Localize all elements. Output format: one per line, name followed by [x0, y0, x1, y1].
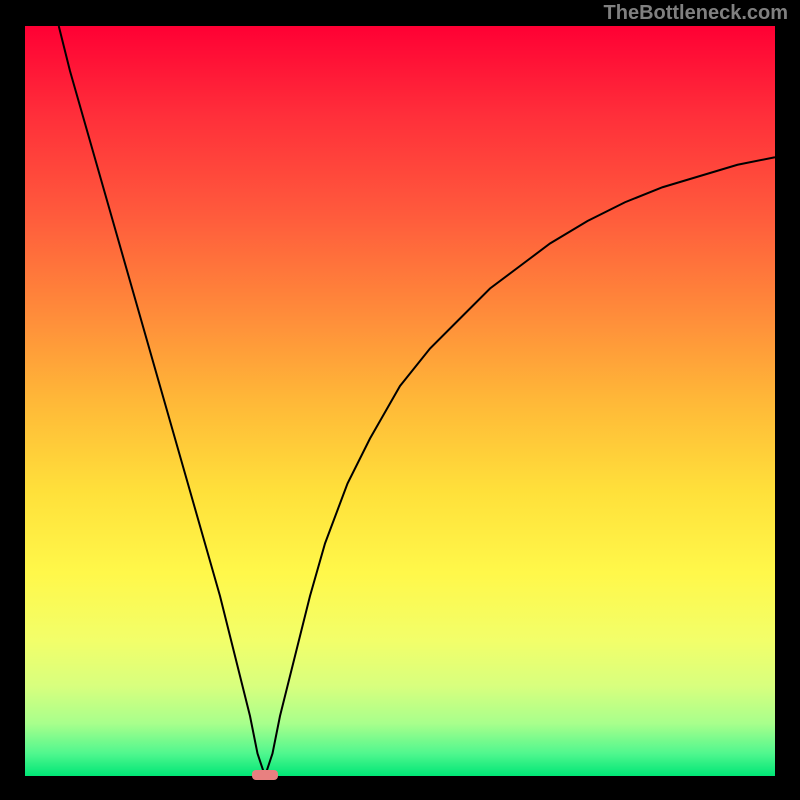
chart-container: TheBottleneck.com [0, 0, 800, 800]
bottleneck-chart [0, 0, 800, 800]
plot-background [25, 26, 775, 776]
optimal-marker [252, 770, 278, 780]
watermark-text: TheBottleneck.com [604, 2, 788, 25]
